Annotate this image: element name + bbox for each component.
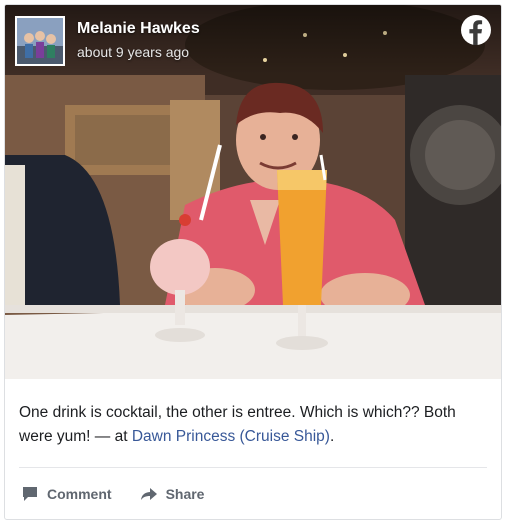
- share-button[interactable]: Share: [140, 485, 205, 503]
- share-label: Share: [165, 486, 205, 502]
- caption-end: .: [329, 428, 335, 445]
- header-gradient: [5, 5, 501, 75]
- comment-button[interactable]: Comment: [21, 485, 112, 503]
- facebook-logo-glyph: [461, 15, 491, 45]
- post-photo[interactable]: Melanie Hawkes about 9 years ago: [5, 5, 501, 379]
- place-link[interactable]: Dawn Princess (Cruise Ship): [132, 428, 330, 445]
- post-actions: Comment Share: [21, 481, 232, 507]
- comment-icon: [23, 487, 37, 501]
- post-timestamp[interactable]: about 9 years ago: [77, 44, 189, 60]
- social-post-card: Melanie Hawkes about 9 years ago One dri…: [4, 4, 502, 520]
- divider: [19, 467, 487, 468]
- facebook-icon[interactable]: [461, 15, 491, 45]
- avatar[interactable]: [15, 16, 65, 66]
- avatar-image: [17, 18, 63, 64]
- author-name[interactable]: Melanie Hawkes: [77, 20, 200, 38]
- share-arrow-icon: [140, 488, 157, 500]
- post-caption: One drink is cocktail, the other is entr…: [19, 401, 489, 449]
- comment-label: Comment: [47, 486, 112, 502]
